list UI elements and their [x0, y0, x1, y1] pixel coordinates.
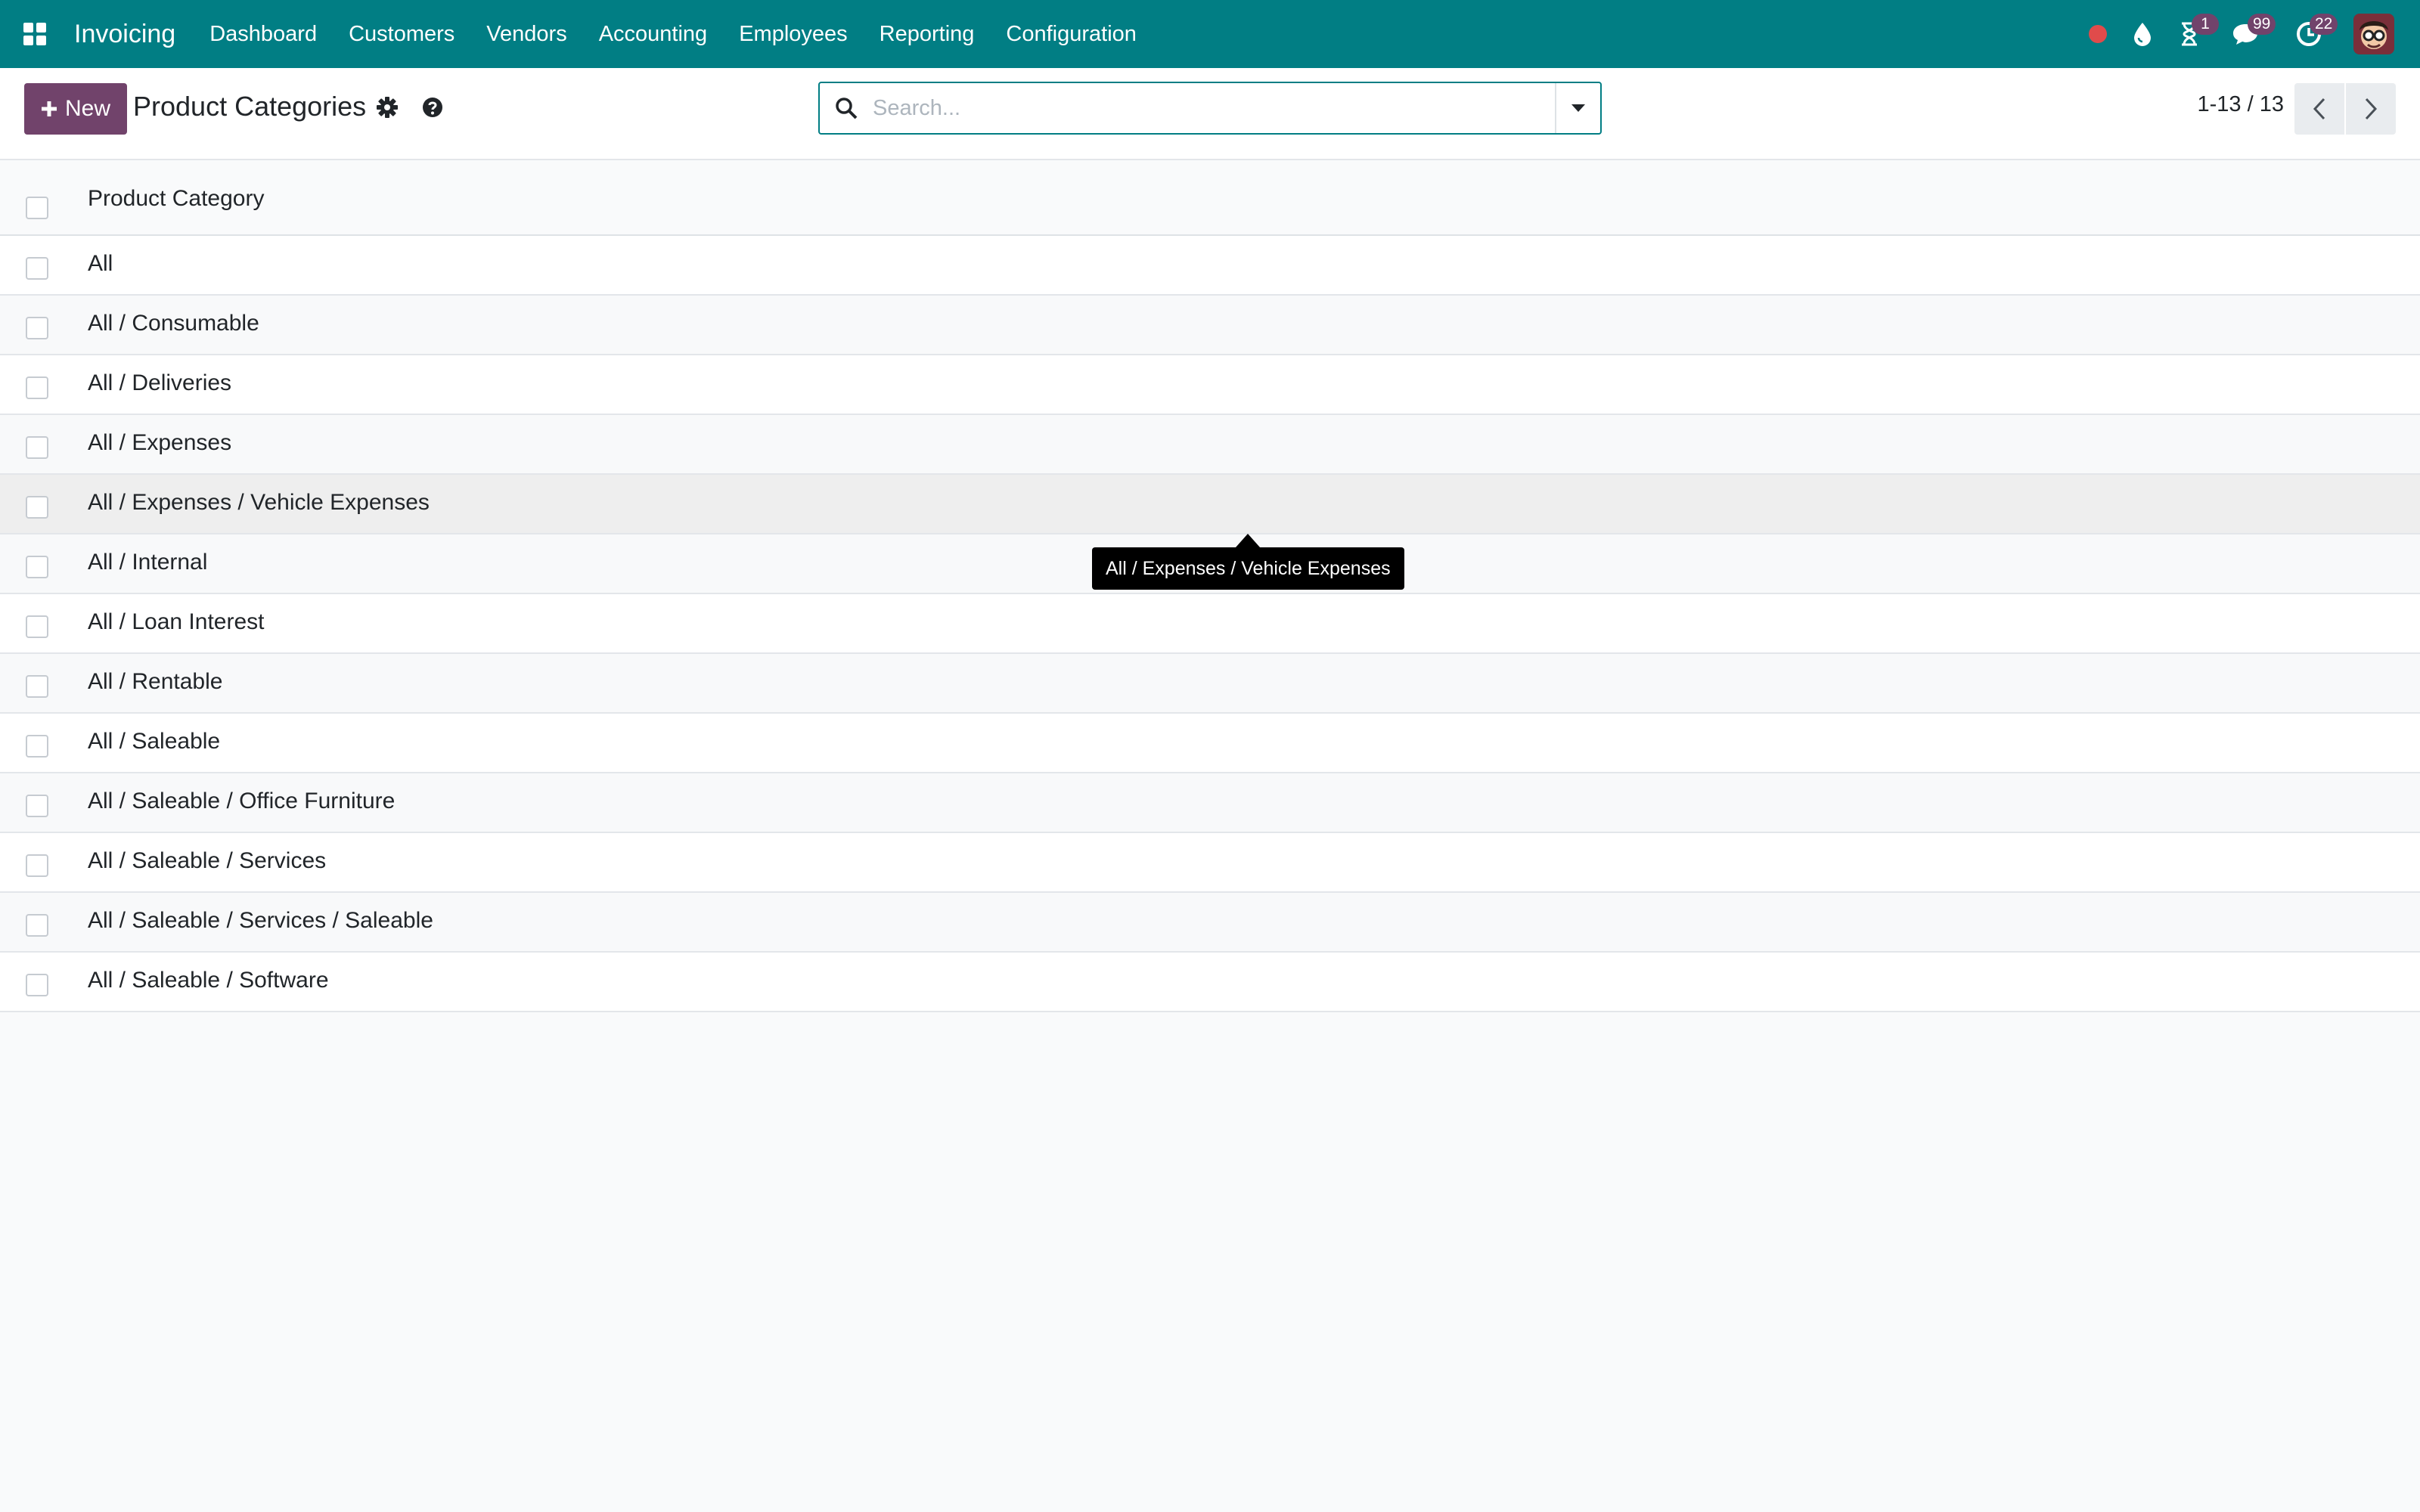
user-avatar[interactable]: [2353, 14, 2394, 54]
row-checkbox[interactable]: [26, 675, 48, 698]
table-row[interactable]: All / Expenses: [0, 415, 2420, 475]
search-bar: [818, 82, 1602, 135]
product-category-cell: All / Saleable: [88, 729, 221, 754]
water-drop-icon[interactable]: [2121, 0, 2164, 68]
messages-chat-icon[interactable]: 99: [2214, 0, 2276, 68]
row-checkbox[interactable]: [26, 376, 48, 399]
search-options-toggle[interactable]: [1555, 83, 1600, 133]
product-category-cell: All / Saleable / Services / Saleable: [88, 908, 433, 933]
messages-badge: 99: [2248, 14, 2276, 35]
systray: 1 99 22: [2075, 0, 2420, 68]
activities-hourglass-icon[interactable]: 1: [2164, 0, 2219, 68]
menu-item-employees[interactable]: Employees: [723, 0, 863, 68]
tooltip-arrow: [1236, 534, 1260, 547]
product-category-cell: All / Deliveries: [88, 370, 232, 395]
pager-previous-button[interactable]: [2294, 83, 2344, 135]
search-input[interactable]: [873, 85, 1555, 131]
new-button[interactable]: New: [24, 83, 127, 135]
clock-icon[interactable]: 22: [2276, 0, 2341, 68]
row-checkbox[interactable]: [26, 556, 48, 578]
row-checkbox[interactable]: [26, 257, 48, 280]
table-row[interactable]: All / Saleable: [0, 714, 2420, 773]
menu-item-accounting[interactable]: Accounting: [583, 0, 724, 68]
chevron-left-icon: [2313, 98, 2325, 120]
product-category-cell: All / Saleable / Services: [88, 848, 327, 873]
chevron-right-icon: [2365, 98, 2378, 120]
table-row[interactable]: All / Saleable / Office Furniture: [0, 773, 2420, 833]
product-category-cell: All / Saleable / Office Furniture: [88, 789, 396, 813]
table-row[interactable]: All / Loan Interest: [0, 594, 2420, 654]
main-menu: Dashboard Customers Vendors Accounting E…: [194, 0, 1153, 68]
top-navbar: Invoicing Dashboard Customers Vendors Ac…: [0, 0, 2420, 68]
product-category-cell: All / Consumable: [88, 311, 259, 336]
clock-badge: 22: [2310, 14, 2338, 35]
row-checkbox[interactable]: [26, 317, 48, 339]
control-panel: New Product Categories Search... 1-13 / …: [0, 68, 2420, 160]
product-category-cell: All / Expenses: [88, 430, 232, 455]
product-category-cell: All / Internal: [88, 550, 208, 575]
column-header-product-category[interactable]: Product Category: [88, 186, 264, 212]
page-title: Product Categories: [133, 91, 367, 122]
table-row[interactable]: All / Saleable / Services: [0, 833, 2420, 893]
table-row[interactable]: All / Consumable: [0, 296, 2420, 355]
row-checkbox[interactable]: [26, 914, 48, 937]
pager-value[interactable]: 1-13 / 13: [2178, 92, 2284, 117]
table-row[interactable]: All / Deliveries: [0, 355, 2420, 415]
list-header: Product Category: [0, 160, 2420, 236]
product-category-cell: All / Saleable / Software: [88, 968, 329, 993]
product-category-cell: All: [88, 251, 113, 276]
select-all-checkbox[interactable]: [26, 197, 48, 219]
table-row[interactable]: All: [0, 236, 2420, 296]
new-button-label: New: [64, 96, 110, 121]
caret-down-icon: [1571, 104, 1585, 112]
menu-item-configuration[interactable]: Configuration: [990, 0, 1153, 68]
row-checkbox[interactable]: [26, 436, 48, 459]
table-row[interactable]: All / Rentable: [0, 654, 2420, 714]
menu-item-dashboard[interactable]: Dashboard: [194, 0, 333, 68]
search-icon: [820, 83, 873, 133]
app-brand[interactable]: Invoicing: [74, 20, 175, 49]
menu-item-vendors[interactable]: Vendors: [470, 0, 582, 68]
menu-item-customers[interactable]: Customers: [333, 0, 470, 68]
row-checkbox[interactable]: [26, 496, 48, 519]
row-checkbox[interactable]: [26, 974, 48, 996]
help-icon[interactable]: [417, 92, 448, 122]
table-row[interactable]: All / Saleable / Services / Saleable: [0, 893, 2420, 953]
row-checkbox[interactable]: [26, 735, 48, 758]
row-checkbox[interactable]: [26, 615, 48, 638]
tooltip-text: All / Expenses / Vehicle Expenses: [1092, 547, 1404, 590]
row-checkbox[interactable]: [26, 795, 48, 817]
product-category-cell: All / Expenses / Vehicle Expenses: [88, 490, 430, 515]
table-row[interactable]: All / Saleable / Software: [0, 953, 2420, 1012]
record-dot-icon[interactable]: [2075, 0, 2121, 68]
apps-menu-icon[interactable]: [12, 0, 57, 68]
product-category-cell: All / Loan Interest: [88, 609, 265, 634]
pager-next-button[interactable]: [2346, 83, 2396, 135]
product-category-cell: All / Rentable: [88, 669, 223, 694]
gear-icon[interactable]: [372, 92, 402, 122]
row-checkbox[interactable]: [26, 854, 48, 877]
table-row[interactable]: All / Expenses / Vehicle Expenses: [0, 475, 2420, 534]
plus-icon: [41, 101, 57, 116]
list-body: All All / Consumable All / Deliveries All /…: [0, 236, 2420, 1012]
menu-item-reporting[interactable]: Reporting: [864, 0, 991, 68]
